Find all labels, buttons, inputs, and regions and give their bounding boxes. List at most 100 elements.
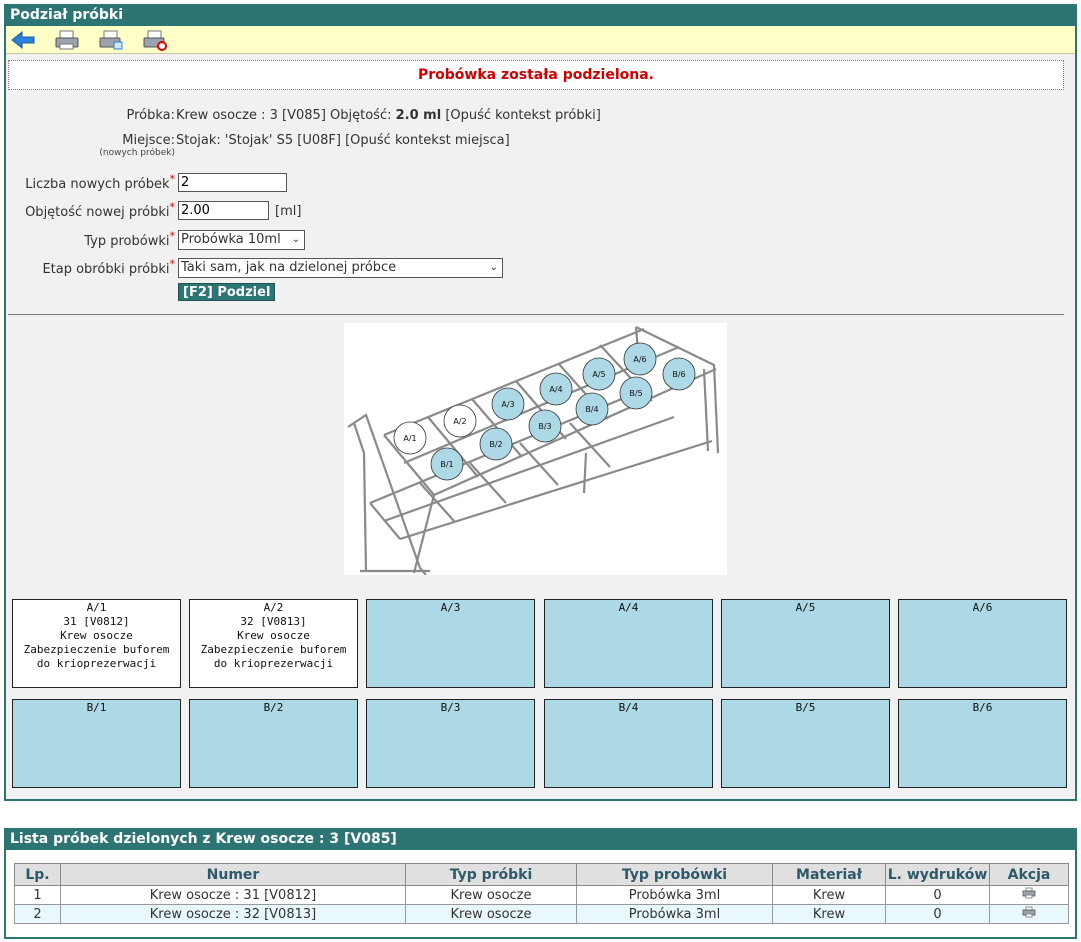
rack-label-a1: A/1 xyxy=(403,434,416,443)
sample-label: Próbka: xyxy=(126,108,175,123)
stage-label: Etap obróbki próbki* xyxy=(42,257,175,277)
toolbar xyxy=(6,26,1075,54)
slot-position: A/2 xyxy=(263,601,284,614)
table-header-row: Lp. Numer Typ próbki Typ probówki Materi… xyxy=(14,863,1069,886)
rack-label-b3: B/3 xyxy=(538,422,551,431)
rack-slot-b5[interactable]: B/5 xyxy=(721,699,890,788)
cell-lp: 2 xyxy=(14,904,61,924)
cell-lp: 1 xyxy=(14,885,61,905)
print-label-icon[interactable] xyxy=(1022,906,1036,922)
rack-slot-b1[interactable]: B/1 xyxy=(12,699,181,788)
printer-icon[interactable] xyxy=(54,29,80,55)
rack-label-a6: A/6 xyxy=(633,355,646,364)
slot-position: A/6 xyxy=(972,601,993,614)
column-header-akcja: Akcja xyxy=(989,863,1069,886)
slot-position: B/4 xyxy=(618,701,639,714)
cell-numer[interactable]: Krew osocze : 32 [V0813] xyxy=(60,904,406,924)
sample-info: Krew osocze : 3 [V085] Objętość: 2.0 ml … xyxy=(176,108,601,123)
slot-description: do krioprezerwacji xyxy=(213,657,334,670)
chevron-down-icon: ⌄ xyxy=(291,234,300,245)
cell-wydruki: 0 xyxy=(885,904,990,924)
new-sample-count-input[interactable] xyxy=(178,173,287,192)
slot-position: A/5 xyxy=(795,601,816,614)
rack-slot-b2[interactable]: B/2 xyxy=(189,699,358,788)
rack-label-a5: A/5 xyxy=(592,370,605,379)
table-row: 1 Krew osocze : 31 [V0812] Krew osocze P… xyxy=(14,885,1069,905)
slot-position: B/6 xyxy=(972,701,993,714)
slot-description: do krioprezerwacji xyxy=(36,657,157,670)
split-button[interactable]: [F2] Podziel xyxy=(178,283,276,301)
slot-material: Krew osocze xyxy=(237,629,310,642)
list-title: Lista próbek dzielonych z Krew osocze : … xyxy=(6,828,1075,850)
cell-akcja xyxy=(989,885,1069,905)
slot-description: Zabezpieczenie buforem xyxy=(23,643,170,656)
rack-image: A/1 A/2 B/1 B/2 A/3 B/3 A/4 B/4 A/5 B/5 … xyxy=(344,323,727,576)
column-header-typ-probowki[interactable]: Typ probówki xyxy=(576,863,773,886)
slot-sample-number: 32 [V0813] xyxy=(240,615,307,628)
column-header-wydruki[interactable]: L. wydruków xyxy=(885,863,990,886)
rack-label-b2: B/2 xyxy=(489,440,502,449)
slot-position: B/5 xyxy=(795,701,816,714)
rack-slot-a1[interactable]: A/1 31 [V0812] Krew osocze Zabezpieczeni… xyxy=(12,599,181,688)
place-note: (nowych próbek) xyxy=(99,148,175,158)
column-header-lp[interactable]: Lp. xyxy=(14,863,61,886)
slot-position: B/1 xyxy=(86,701,107,714)
slot-position: A/1 xyxy=(86,601,107,614)
tube-type-select[interactable]: Probówka 10ml ⌄ xyxy=(178,230,305,250)
sample-text: Krew osocze : 3 [V085] Objętość: xyxy=(176,108,392,123)
count-label: Liczba nowych próbek* xyxy=(25,172,175,192)
rack-slot-a5[interactable]: A/5 xyxy=(721,599,890,688)
sample-volume: 2.0 ml xyxy=(395,108,442,123)
rack-label-b1: B/1 xyxy=(440,460,453,469)
volume-label: Objętość nowej próbki* xyxy=(25,200,175,220)
rack-slot-a4[interactable]: A/4 xyxy=(544,599,713,688)
rack-slot-a2[interactable]: A/2 32 [V0813] Krew osocze Zabezpieczeni… xyxy=(189,599,358,688)
rack-slot-b4[interactable]: B/4 xyxy=(544,699,713,788)
rack-slot-b6[interactable]: B/6 xyxy=(898,699,1067,788)
column-header-typ-probki[interactable]: Typ próbki xyxy=(405,863,577,886)
cell-material: Krew xyxy=(772,904,886,924)
cell-numer[interactable]: Krew osocze : 31 [V0812] xyxy=(60,885,406,905)
rack-slot-b3[interactable]: B/3 xyxy=(366,699,535,788)
volume-unit: [ml] xyxy=(275,204,302,219)
divider xyxy=(8,314,1064,315)
rack-slot-a6[interactable]: A/6 xyxy=(898,599,1067,688)
print-label-icon[interactable] xyxy=(1022,887,1036,903)
chevron-down-icon: ⌄ xyxy=(489,262,498,273)
page-title: Podział próbki xyxy=(6,4,1075,26)
rack-label-a4: A/4 xyxy=(549,385,562,394)
cell-wydruki: 0 xyxy=(885,885,990,905)
processing-stage-select[interactable]: Taki sam, jak na dzielonej próbce ⌄ xyxy=(178,258,503,278)
printer-preview-icon[interactable] xyxy=(98,29,124,55)
slot-position: B/3 xyxy=(440,701,461,714)
split-samples-table: Lp. Numer Typ próbki Typ probówki Materi… xyxy=(14,863,1069,924)
tube-type-label: Typ probówki* xyxy=(84,229,175,249)
slot-position: A/4 xyxy=(618,601,639,614)
cell-typ-probowki: Probówka 3ml xyxy=(576,885,773,905)
rack-label-b6: B/6 xyxy=(672,370,685,379)
cell-typ-probki: Krew osocze xyxy=(405,885,577,905)
back-arrow-icon[interactable] xyxy=(10,29,36,55)
rack-label-a2: A/2 xyxy=(453,417,466,426)
column-header-material[interactable]: Materiał xyxy=(772,863,886,886)
slot-sample-number: 31 [V0812] xyxy=(63,615,130,628)
place-text: Stojak: 'Stojak' S5 [U08F] xyxy=(176,133,341,148)
rack-label-b5: B/5 xyxy=(629,389,642,398)
leave-sample-context-link[interactable]: [Opuść kontekst próbki] xyxy=(445,108,600,123)
slot-position: A/3 xyxy=(440,601,461,614)
column-header-numer[interactable]: Numer xyxy=(60,863,406,886)
slot-description: Zabezpieczenie buforem xyxy=(200,643,347,656)
rack-label-b4: B/4 xyxy=(585,405,598,414)
new-sample-volume-input[interactable] xyxy=(178,201,269,220)
split-samples-list-panel: Lista próbek dzielonych z Krew osocze : … xyxy=(4,828,1077,939)
slot-material: Krew osocze xyxy=(60,629,133,642)
cell-typ-probki: Krew osocze xyxy=(405,904,577,924)
cell-material: Krew xyxy=(772,885,886,905)
cell-typ-probowki: Probówka 3ml xyxy=(576,904,773,924)
printer-delete-icon[interactable] xyxy=(142,29,168,55)
rack-illustration: A/1 A/2 B/1 B/2 A/3 B/3 A/4 B/4 A/5 B/5 … xyxy=(347,326,720,576)
place-label: Miejsce: xyxy=(122,133,175,148)
rack-label-a3: A/3 xyxy=(501,400,514,409)
leave-place-context-link[interactable]: [Opuść kontekst miejsca] xyxy=(345,133,510,148)
rack-slot-a3[interactable]: A/3 xyxy=(366,599,535,688)
